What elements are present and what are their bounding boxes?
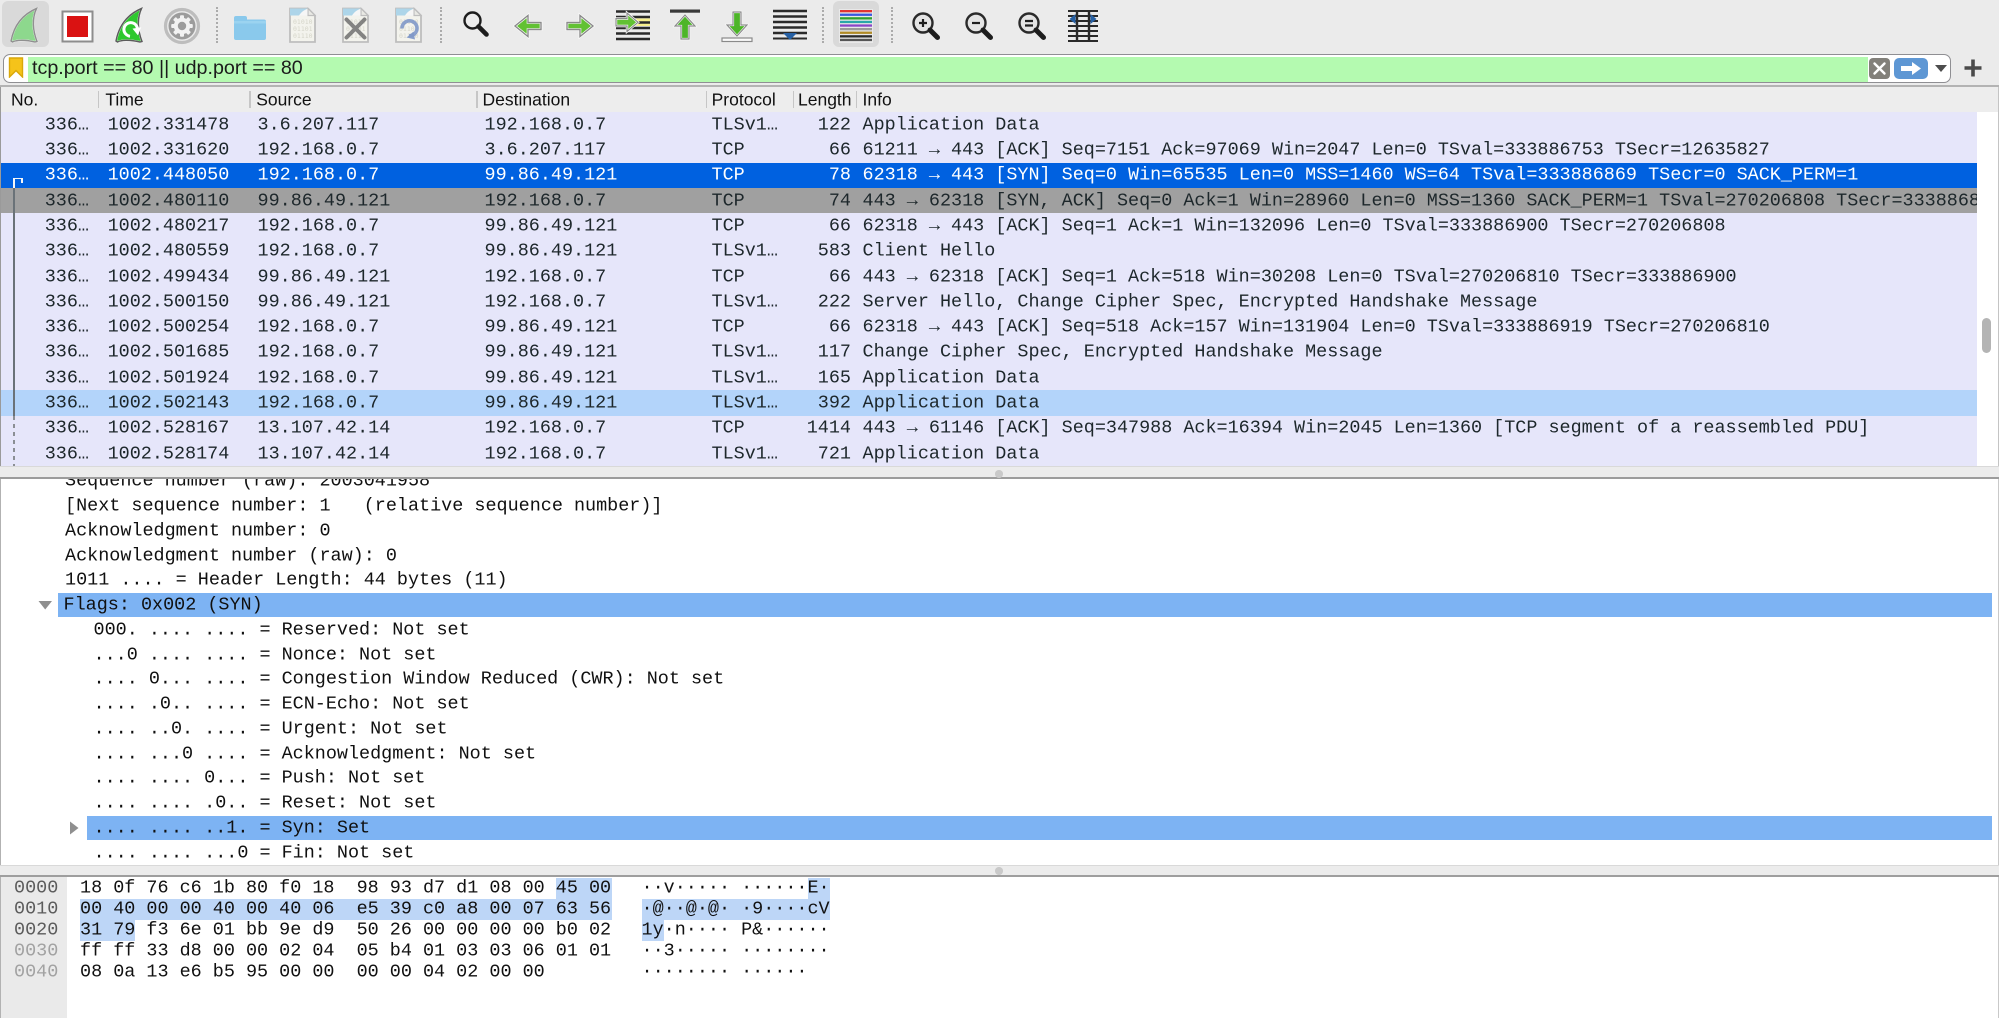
svg-text:01110: 01110 [293, 32, 313, 40]
